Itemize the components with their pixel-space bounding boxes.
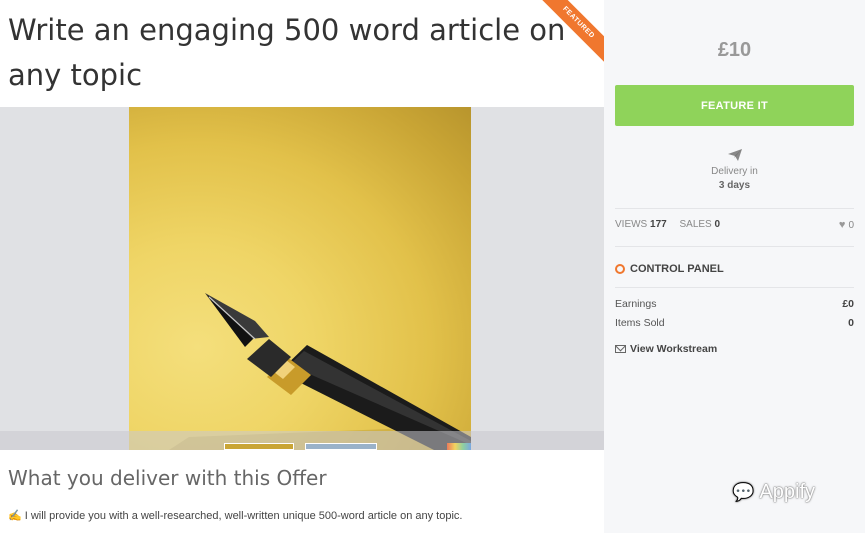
- sales-label: SALES: [679, 219, 712, 230]
- divider: [615, 287, 854, 288]
- gallery-thumbnail-3[interactable]: [447, 443, 471, 450]
- workstream-label: View Workstream: [630, 343, 718, 355]
- views-label: VIEWS: [615, 219, 648, 230]
- gallery-thumbnail-1[interactable]: [224, 443, 294, 450]
- items-sold-row: Items Sold 0: [615, 317, 854, 329]
- chat-bubble-icon: 💬: [732, 482, 755, 502]
- fountain-pen-illustration: [169, 293, 471, 450]
- appify-watermark: 💬 Appify: [732, 481, 815, 504]
- deliver-heading: What you deliver with this Offer: [8, 466, 327, 490]
- control-panel-title: CONTROL PANEL: [630, 263, 724, 275]
- view-workstream-link[interactable]: View Workstream: [615, 343, 717, 355]
- delivery-label: Delivery in: [711, 166, 758, 177]
- earnings-value: £0: [842, 298, 854, 310]
- control-panel-heading: CONTROL PANEL: [615, 263, 724, 275]
- delivery-value: 3 days: [718, 180, 751, 191]
- earnings-label: Earnings: [615, 298, 657, 310]
- offer-main: Write an engaging 500 word article on an…: [0, 0, 604, 533]
- featured-ribbon: FEATURED: [534, 0, 604, 70]
- fountain-pen-photo[interactable]: [129, 107, 471, 450]
- deliver-description-text: I will provide you with a well-researche…: [24, 510, 463, 522]
- items-sold-label: Items Sold: [615, 317, 665, 329]
- feature-it-button[interactable]: FEATURE IT: [615, 85, 854, 126]
- earnings-row: Earnings £0: [615, 298, 854, 310]
- items-sold-value: 0: [848, 317, 854, 329]
- paper-plane-icon: [727, 149, 742, 161]
- mail-icon: [615, 345, 626, 353]
- writing-hand-icon: ✍: [8, 510, 22, 522]
- divider: [615, 246, 854, 247]
- offer-stats: VIEWS 177 SALES 0 ♥ 0: [615, 219, 854, 231]
- divider: [615, 208, 854, 209]
- offer-sidebar: £10 FEATURE IT Delivery in 3 days VIEWS …: [604, 0, 865, 533]
- likes-button[interactable]: ♥ 0: [839, 219, 854, 231]
- sales-count: 0: [714, 219, 721, 230]
- circle-icon: [615, 264, 625, 274]
- offer-price: £10: [717, 39, 752, 61]
- featured-ribbon-label: FEATURED: [536, 0, 604, 65]
- thumbnail-strip: [0, 431, 604, 450]
- watermark-text: Appify: [759, 481, 816, 503]
- gallery-thumbnail-2[interactable]: [305, 443, 377, 450]
- deliver-description: ✍ I will provide you with a well-research…: [8, 509, 462, 522]
- views-count: 177: [650, 219, 667, 230]
- heart-icon: ♥: [838, 219, 846, 231]
- page-title: Write an engaging 500 word article on an…: [8, 13, 566, 92]
- image-gallery[interactable]: [0, 107, 604, 450]
- likes-count: 0: [848, 220, 854, 231]
- delivery-info: Delivery in 3 days: [604, 148, 865, 191]
